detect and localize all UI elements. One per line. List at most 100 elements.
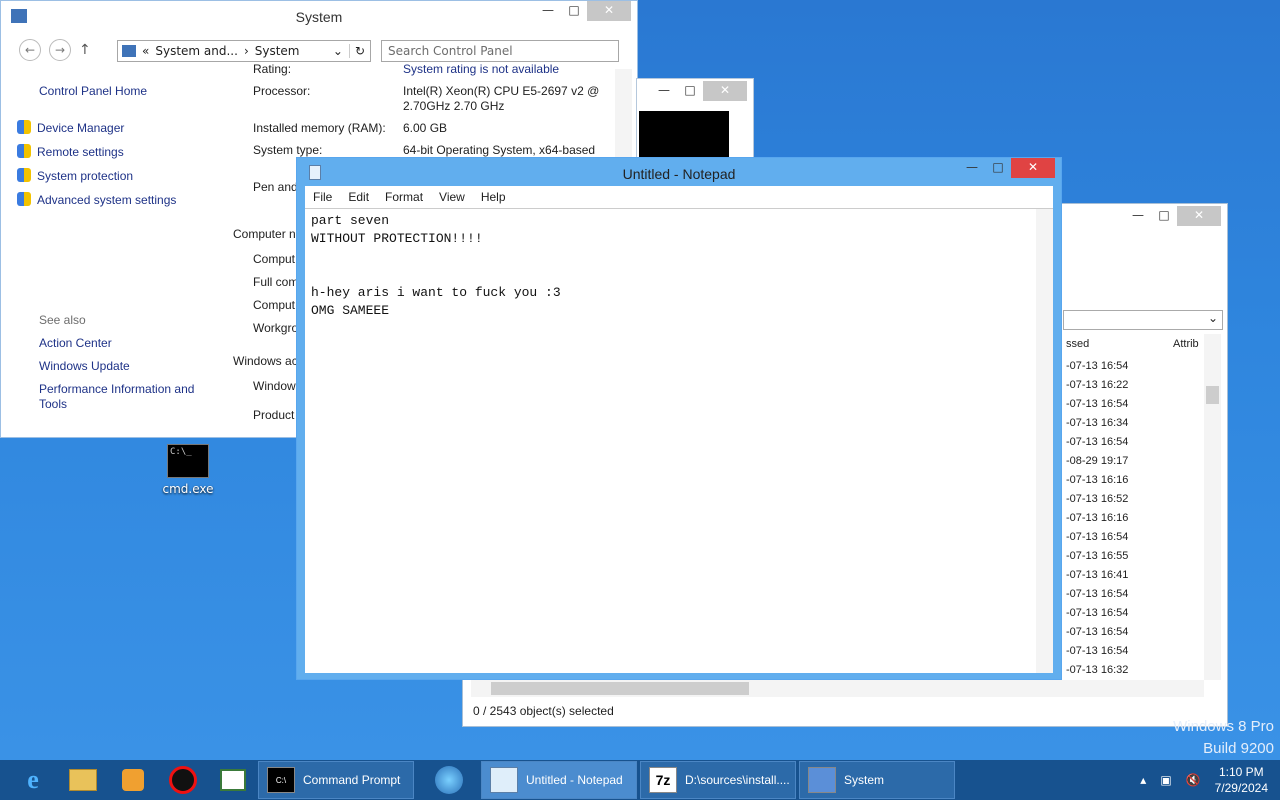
minimize-button[interactable]: — — [535, 1, 561, 21]
list-scrollbar[interactable] — [1204, 334, 1221, 680]
shield-icon — [17, 192, 31, 206]
record-icon[interactable] — [158, 760, 208, 800]
table-row[interactable]: -07-13 16:54 — [1066, 360, 1128, 372]
text-editor[interactable] — [305, 209, 1043, 673]
table-row[interactable]: -08-29 19:17 — [1066, 455, 1128, 467]
computer-row: Comput — [253, 298, 296, 312]
address-bar[interactable]: « System and... › System ⌄ ↻ — [117, 40, 371, 62]
sidebar-item-remote-settings[interactable]: Remote settings — [17, 144, 124, 159]
desktop-icon-cmd[interactable]: C:\_ cmd.exe — [160, 444, 216, 496]
table-row[interactable]: -07-13 16:54 — [1066, 588, 1128, 600]
table-row[interactable]: -07-13 16:41 — [1066, 569, 1128, 581]
maximize-button[interactable]: □ — [677, 81, 703, 101]
system-tray: ▴ ▣ 🔇 1:10 PM 7/29/2024 — [1140, 760, 1268, 800]
table-row[interactable]: -07-13 16:52 — [1066, 493, 1128, 505]
system-icon — [808, 767, 836, 793]
show-hidden-icons[interactable]: ▴ — [1140, 773, 1146, 787]
system-titlebar[interactable]: System — □ ✕ — [1, 1, 637, 31]
sidebar-item-advanced-settings[interactable]: Advanced system settings — [17, 192, 176, 207]
network-icon[interactable]: ▣ — [1160, 773, 1171, 787]
menu-edit[interactable]: Edit — [342, 190, 375, 204]
search-input[interactable]: Search Control Panel — [381, 40, 619, 62]
breadcrumb-system-and[interactable]: System and... — [155, 44, 238, 58]
clock[interactable]: 1:10 PM 7/29/2024 — [1215, 764, 1268, 796]
minimize-button[interactable]: — — [959, 158, 985, 178]
pen-label: Pen and — [253, 180, 298, 194]
chevron-down-icon[interactable]: ⌄ — [333, 44, 343, 58]
menu-bar: File Edit Format View Help — [305, 186, 1053, 208]
sidebar-item-device-manager[interactable]: Device Manager — [17, 120, 124, 135]
rating-link[interactable]: System rating is not available — [403, 62, 559, 76]
taskbar-system[interactable]: System — [799, 761, 955, 799]
column-attrib[interactable]: Attrib — [1173, 338, 1199, 350]
file-explorer-icon[interactable] — [58, 760, 108, 800]
table-row[interactable]: -07-13 16:32 — [1066, 664, 1128, 676]
forward-button[interactable]: → — [49, 39, 71, 61]
computer-row: Comput — [253, 252, 296, 266]
minimize-button[interactable]: — — [1125, 206, 1151, 226]
table-row[interactable]: -07-13 16:22 — [1066, 379, 1128, 391]
table-row[interactable]: -07-13 16:16 — [1066, 474, 1128, 486]
up-button[interactable]: ↑ — [79, 42, 91, 58]
close-button[interactable]: ✕ — [703, 81, 747, 101]
table-row[interactable]: -07-13 16:54 — [1066, 436, 1128, 448]
maximize-button[interactable]: □ — [1151, 206, 1177, 226]
back-button[interactable]: ← — [19, 39, 41, 61]
app-window-icon[interactable] — [208, 760, 258, 800]
table-row[interactable]: -07-13 16:54 — [1066, 645, 1128, 657]
media-player-icon[interactable] — [108, 760, 158, 800]
taskbar-7zip[interactable]: 7z D:\sources\install.... — [640, 761, 796, 799]
breadcrumb-system[interactable]: System — [255, 44, 300, 58]
notepad-titlebar[interactable]: Untitled - Notepad — □ ✕ — [297, 158, 1061, 188]
menu-format[interactable]: Format — [379, 190, 429, 204]
computer-row: Workgro — [253, 321, 299, 335]
menu-help[interactable]: Help — [475, 190, 512, 204]
table-row[interactable]: -07-13 16:54 — [1066, 398, 1128, 410]
control-panel-home-link[interactable]: Control Panel Home — [39, 84, 147, 98]
activation-row: Product — [253, 408, 295, 422]
editor-area — [305, 208, 1053, 673]
cmd-window[interactable]: — □ ✕ — [636, 78, 754, 168]
windows-watermark: Windows 8 Pro Build 9200 — [1173, 718, 1274, 757]
column-accessed[interactable]: ssed — [1066, 338, 1089, 350]
menu-view[interactable]: View — [433, 190, 471, 204]
path-dropdown[interactable]: ⌄ — [1063, 310, 1223, 330]
table-row[interactable]: -07-13 16:16 — [1066, 512, 1128, 524]
action-center-link[interactable]: Action Center — [39, 336, 112, 350]
ram-value: 6.00 GB — [403, 121, 448, 135]
close-button[interactable]: ✕ — [587, 1, 631, 21]
table-row[interactable]: -07-13 16:54 — [1066, 626, 1128, 638]
taskbar-notepad[interactable]: Untitled - Notepad — [481, 761, 637, 799]
notepad-icon — [490, 767, 518, 793]
maximize-button[interactable]: □ — [561, 1, 587, 21]
shield-icon — [17, 120, 31, 134]
processor-value: Intel(R) Xeon(R) CPU E5-2697 v2 @ 2.70GH… — [403, 84, 600, 113]
close-button[interactable]: ✕ — [1177, 206, 1221, 226]
refresh-icon[interactable]: ↻ — [348, 44, 370, 58]
network-globe-icon[interactable] — [417, 760, 481, 800]
minimize-button[interactable]: — — [651, 81, 677, 101]
rating-label: Rating: — [253, 62, 292, 76]
editor-scrollbar[interactable] — [1036, 209, 1053, 673]
performance-info-link[interactable]: Performance Information and Tools — [39, 382, 209, 412]
volume-muted-icon[interactable]: 🔇 — [1186, 773, 1201, 787]
computer-row: Full com — [253, 275, 299, 289]
taskbar-command-prompt[interactable]: C:\ Command Prompt — [258, 761, 414, 799]
cmd-icon: C:\ — [267, 767, 295, 793]
desktop-icon-label: cmd.exe — [162, 482, 214, 496]
table-row[interactable]: -07-13 16:55 — [1066, 550, 1128, 562]
maximize-button[interactable]: □ — [985, 158, 1011, 178]
table-row[interactable]: -07-13 16:34 — [1066, 417, 1128, 429]
close-button[interactable]: ✕ — [1011, 158, 1055, 178]
internet-explorer-icon[interactable]: e — [8, 760, 58, 800]
control-panel-icon — [122, 45, 136, 57]
windows-update-link[interactable]: Windows Update — [39, 359, 130, 373]
system-type-value: 64-bit Operating System, x64-based — [403, 143, 596, 157]
table-row[interactable]: -07-13 16:54 — [1066, 607, 1128, 619]
hscroll-thumb[interactable] — [491, 682, 749, 695]
sidebar-item-system-protection[interactable]: System protection — [17, 168, 133, 183]
horizontal-scrollbar[interactable] — [471, 680, 1204, 697]
table-row[interactable]: -07-13 16:54 — [1066, 531, 1128, 543]
scroll-thumb[interactable] — [1206, 386, 1219, 404]
menu-file[interactable]: File — [307, 190, 338, 204]
